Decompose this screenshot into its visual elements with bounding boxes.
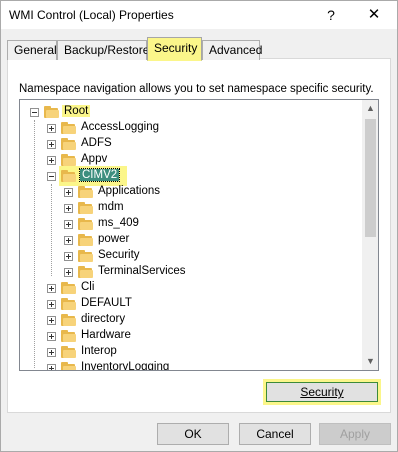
expand-icon[interactable]: [64, 204, 73, 213]
folder-icon: [78, 202, 94, 214]
tree-item-cimv2[interactable]: CIMV2: [20, 166, 360, 186]
tree-item-accesslogging[interactable]: AccessLogging: [20, 120, 360, 136]
tree-item-root[interactable]: Root: [20, 104, 360, 120]
tab-advanced[interactable]: Advanced: [202, 40, 262, 60]
folder-icon: [61, 154, 77, 166]
security-button-highlight: Security: [263, 379, 381, 405]
tree-item-hardware[interactable]: Hardware: [20, 328, 360, 344]
tree-item-security[interactable]: Security: [20, 248, 360, 264]
tree-item-label: Root: [62, 105, 91, 117]
tree-item-label: Interop: [81, 345, 117, 357]
tree-item-label: Applications: [98, 185, 161, 197]
tree-item-label: ms_409: [98, 217, 139, 229]
tree-item-applications[interactable]: Applications: [20, 184, 360, 200]
expand-icon[interactable]: [64, 236, 73, 245]
tree-item-label: TerminalServices: [98, 265, 186, 277]
scrollbar-thumb[interactable]: [365, 119, 376, 237]
properties-dialog: WMI Control (Local) Properties ? ✕ Gener…: [0, 0, 398, 452]
tree-item-terminalservices[interactable]: TerminalServices: [20, 264, 360, 280]
expand-icon[interactable]: [64, 220, 73, 229]
expand-icon[interactable]: [64, 188, 73, 197]
tree-item-label: power: [98, 233, 130, 245]
tab-backup-restore[interactable]: Backup/Restore: [57, 40, 149, 60]
tree-item-label: mdm: [98, 201, 124, 213]
scroll-down-icon[interactable]: ▼: [362, 353, 378, 370]
folder-icon: [61, 282, 77, 294]
tree-item-label: Security: [98, 249, 140, 261]
tree-item-label: AccessLogging: [81, 121, 159, 133]
collapse-icon[interactable]: [30, 108, 39, 117]
tab-general[interactable]: General: [7, 40, 57, 60]
close-button[interactable]: ✕: [361, 5, 387, 25]
tree-item-label: InventoryLogging: [81, 361, 170, 371]
folder-icon: [61, 122, 77, 134]
security-button[interactable]: Security: [266, 382, 378, 402]
tree-item-label: directory: [81, 313, 126, 325]
tree-item-power[interactable]: power: [20, 232, 360, 248]
expand-icon[interactable]: [47, 284, 56, 293]
ok-button[interactable]: OK: [157, 423, 229, 445]
scroll-up-icon[interactable]: ▲: [362, 100, 378, 117]
expand-icon[interactable]: [47, 316, 56, 325]
folder-icon: [61, 314, 77, 326]
tab-security[interactable]: Security: [147, 37, 202, 61]
tree-item-label: DEFAULT: [81, 297, 132, 309]
expand-icon[interactable]: [47, 300, 56, 309]
expand-icon[interactable]: [64, 268, 73, 277]
folder-icon: [78, 266, 94, 278]
cancel-button[interactable]: Cancel: [239, 423, 311, 445]
tree-item-directory[interactable]: directory: [20, 312, 360, 328]
tree-item-ms-409[interactable]: ms_409: [20, 216, 360, 232]
tree-item-cli[interactable]: Cli: [20, 280, 360, 296]
help-button[interactable]: ?: [319, 5, 343, 25]
folder-icon: [61, 138, 77, 150]
collapse-icon[interactable]: [47, 172, 56, 181]
tree-item-inventorylogging[interactable]: InventoryLogging: [20, 360, 360, 371]
description-text: Namespace navigation allows you to set n…: [19, 83, 374, 95]
apply-button[interactable]: Apply: [319, 423, 391, 445]
tree-item-adfs[interactable]: ADFS: [20, 136, 360, 152]
tree-item-label: Appv: [81, 153, 108, 165]
namespace-tree[interactable]: Root AccessLogging ADFS Appv CIMV2 Appli…: [19, 99, 379, 371]
title-bar: WMI Control (Local) Properties ? ✕: [1, 1, 397, 29]
expand-icon[interactable]: [47, 140, 56, 149]
expand-icon[interactable]: [47, 348, 56, 357]
folder-icon: [78, 186, 94, 198]
window-title: WMI Control (Local) Properties: [9, 8, 174, 22]
folder-icon: [44, 106, 60, 118]
tree-item-label: Cli: [81, 281, 95, 293]
folder-icon: [61, 170, 77, 182]
expand-icon[interactable]: [47, 156, 56, 165]
folder-icon: [61, 298, 77, 310]
folder-icon: [61, 362, 77, 370]
tree-item-default[interactable]: DEFAULT: [20, 296, 360, 312]
folder-icon: [78, 250, 94, 262]
folder-icon: [78, 218, 94, 230]
expand-icon[interactable]: [47, 364, 56, 370]
tree-item-interop[interactable]: Interop: [20, 344, 360, 360]
tree-item-label: ADFS: [81, 137, 112, 149]
tree-item-mdm[interactable]: mdm: [20, 200, 360, 216]
tree-item-label-selected: CIMV2: [78, 168, 121, 182]
folder-icon: [78, 234, 94, 246]
expand-icon[interactable]: [47, 332, 56, 341]
folder-icon: [61, 346, 77, 358]
tree-item-label: Hardware: [81, 329, 131, 341]
expand-icon[interactable]: [64, 252, 73, 261]
folder-icon: [61, 330, 77, 342]
expand-icon[interactable]: [47, 124, 56, 133]
vertical-scrollbar[interactable]: ▲ ▼: [362, 100, 378, 370]
